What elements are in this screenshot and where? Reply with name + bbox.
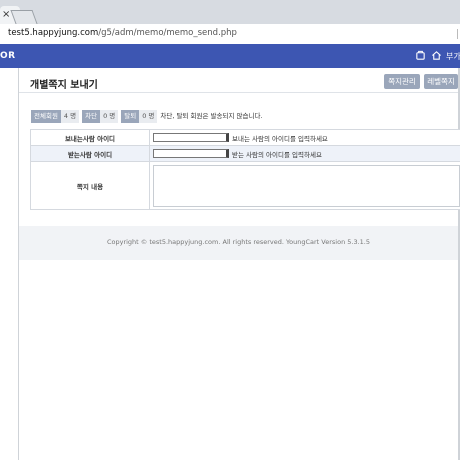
tab-close-icon[interactable]: × xyxy=(2,9,10,21)
browser-tab-bar: × xyxy=(0,0,460,24)
page-title: 개별쪽지 보내기 xyxy=(30,80,98,91)
blocked-members-label: 차단 xyxy=(82,110,101,123)
content-row: 쪽지 내용 xyxy=(30,161,460,210)
url-text[interactable]: test5.happyjung.com/g5/adm/memo/memo_sen… xyxy=(8,28,237,38)
memo-content-textarea[interactable] xyxy=(153,164,460,207)
memo-form: 보내는사람 아이디 보내는 사람의 아이디를 입력하세요 받는사람 아이디 받는… xyxy=(30,129,460,210)
admin-header: OR 부가 xyxy=(0,44,460,68)
memo-manage-button[interactable]: 쪽지관리 xyxy=(384,74,420,89)
url-host: test5.happyjung.com xyxy=(8,28,99,38)
content-label: 쪽지 내용 xyxy=(30,161,150,210)
new-tab-button[interactable] xyxy=(10,10,38,24)
sender-cell: 보내는 사람의 아이디를 입력하세요 xyxy=(149,129,460,146)
home-icon[interactable] xyxy=(431,50,442,61)
footer: Copyright © test5.happyjung.com. All rig… xyxy=(19,226,458,260)
receiver-row: 받는사람 아이디 받는 사람의 아이디를 입력하세요 xyxy=(30,145,460,162)
notification-icon[interactable] xyxy=(415,50,426,61)
sender-hint: 보내는 사람의 아이디를 입력하세요 xyxy=(232,134,328,143)
receiver-cell: 받는 사람의 아이디를 입력하세요 xyxy=(149,145,460,162)
sender-label: 보내는사람 아이디 xyxy=(30,129,150,146)
left-members-label: 탈퇴 xyxy=(121,110,140,123)
total-members-label: 전체회원 xyxy=(31,110,61,123)
header-user-menu[interactable]: 부가 xyxy=(446,51,460,62)
brand-logo[interactable]: OR xyxy=(0,51,16,61)
receiver-label: 받는사람 아이디 xyxy=(30,145,150,162)
level-memo-button[interactable]: 레벨쪽지 xyxy=(424,74,458,89)
blocked-members-value: 0 명 xyxy=(100,110,119,123)
member-stats: 전체회원 4 명 차단 0 명 탈퇴 0 명 차단, 탈퇴 회원은 발송되지 않습니다. xyxy=(31,110,263,123)
url-path: /g5/adm/memo/memo_send.php xyxy=(98,28,237,38)
content-cell xyxy=(149,161,460,210)
total-members-value: 4 명 xyxy=(60,110,80,123)
receiver-id-input[interactable] xyxy=(153,149,229,158)
copyright-text: Copyright © test5.happyjung.com. All rig… xyxy=(106,238,371,246)
address-bar-edge xyxy=(457,29,458,39)
stats-note: 차단, 탈퇴 회원은 발송되지 않습니다. xyxy=(160,112,263,120)
sender-id-input[interactable] xyxy=(153,133,229,142)
sender-row: 보내는사람 아이디 보내는 사람의 아이디를 입력하세요 xyxy=(30,129,460,146)
left-members-value: 0 명 xyxy=(139,110,158,123)
left-menu-edge xyxy=(18,68,19,460)
address-bar[interactable]: test5.happyjung.com/g5/adm/memo/memo_sen… xyxy=(0,24,460,45)
receiver-hint: 받는 사람의 아이디를 입력하세요 xyxy=(232,150,322,159)
page-header: 개별쪽지 보내기 쪽지관리 레벨쪽지 xyxy=(19,68,458,93)
